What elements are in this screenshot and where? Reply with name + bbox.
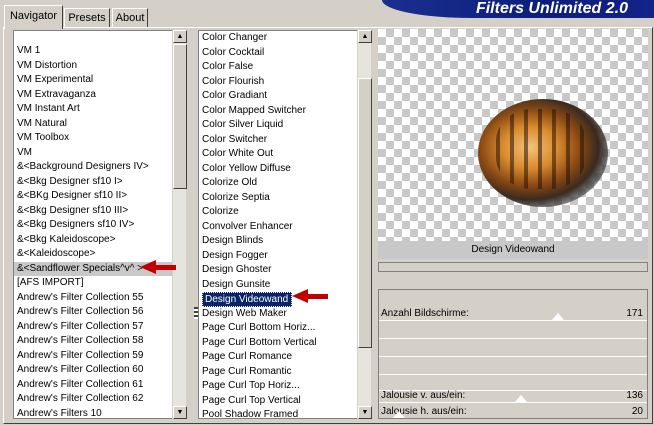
- filter-item[interactable]: Color False: [199, 60, 357, 75]
- tab-navigator[interactable]: Navigator: [4, 5, 63, 29]
- filter-item[interactable]: Color White Out: [199, 147, 357, 162]
- arrow-icon: [140, 260, 176, 274]
- tab-bar: Navigator Presets About Filters Unlimite…: [0, 0, 654, 29]
- param-row[interactable]: Jalousie h. aus/ein: 20: [379, 404, 647, 419]
- filter-item-selected[interactable]: Design Videowand: [202, 292, 293, 307]
- param-label: Jalousie v. aus/ein:: [381, 390, 466, 401]
- category-item[interactable]: Andrew's Filter Collection 56: [14, 305, 172, 320]
- scroll-thumb[interactable]: [173, 44, 187, 189]
- filter-item[interactable]: Design Videowand: [199, 292, 357, 307]
- filter-scrollbar[interactable]: ▲ ▼: [357, 30, 372, 419]
- category-scrollbar[interactable]: ▲ ▼: [172, 30, 187, 419]
- category-item[interactable]: Andrew's Filter Collection 58: [14, 334, 172, 349]
- tab-presets[interactable]: Presets: [64, 8, 110, 28]
- slider-thumb-icon[interactable]: [552, 313, 564, 320]
- filter-list[interactable]: Color Changer Color Cocktail Color False Co…: [198, 30, 358, 419]
- scroll-thumb[interactable]: [358, 78, 372, 348]
- preview-canvas: [378, 29, 648, 241]
- param-value[interactable]: 20: [632, 404, 643, 419]
- category-item[interactable]: VM Experimental: [14, 73, 172, 88]
- filter-item[interactable]: Color Gradiant: [199, 89, 357, 104]
- filter-item[interactable]: Pool Shadow Framed: [199, 408, 357, 418]
- filter-item[interactable]: Color Mapped Switcher: [199, 104, 357, 119]
- category-item[interactable]: Andrew's Filter Collection 60: [14, 363, 172, 378]
- category-item[interactable]: VM Natural: [14, 117, 172, 132]
- slider-thumb-icon[interactable]: [515, 395, 527, 402]
- param-row[interactable]: Anzahl Bildschirme: 171: [379, 306, 647, 321]
- category-item[interactable]: VM 1: [14, 44, 172, 59]
- category-item[interactable]: Andrew's Filter Collection 61: [14, 378, 172, 393]
- filter-item[interactable]: Design Fogger: [199, 249, 357, 264]
- slider-thumb-icon[interactable]: [393, 411, 405, 418]
- category-item[interactable]: VM Extravaganza: [14, 88, 172, 103]
- category-item[interactable]: Andrew's Filter Collection 57: [14, 320, 172, 335]
- filter-item[interactable]: Design Ghoster: [199, 263, 357, 278]
- filter-item[interactable]: Colorize: [199, 205, 357, 220]
- scroll-up-icon[interactable]: ▲: [173, 30, 187, 43]
- app-logo: Filters Unlimited 2.0: [382, 0, 654, 18]
- scroll-down-icon[interactable]: ▼: [173, 406, 187, 419]
- filter-item[interactable]: Page Curl Romantic: [199, 365, 357, 380]
- filter-item[interactable]: Color Switcher: [199, 133, 357, 148]
- filter-item[interactable]: Design Gunsite: [199, 278, 357, 293]
- filter-item[interactable]: Design Web Maker: [199, 307, 357, 322]
- filter-item[interactable]: Color Changer: [199, 31, 357, 46]
- category-item[interactable]: Andrew's Filter Collection 62: [14, 392, 172, 407]
- param-value[interactable]: 136: [626, 388, 643, 403]
- category-item[interactable]: Andrew's Filter Collection 59: [14, 349, 172, 364]
- filter-item[interactable]: Colorize Old: [199, 176, 357, 191]
- filter-item[interactable]: Color Cocktail: [199, 46, 357, 61]
- filter-item[interactable]: Page Curl Bottom Horiz...: [199, 321, 357, 336]
- filter-item[interactable]: Page Curl Top Vertical: [199, 394, 357, 409]
- filter-item[interactable]: Design Blinds: [199, 234, 357, 249]
- filter-item[interactable]: Color Flourish: [199, 75, 357, 90]
- category-item[interactable]: VM: [14, 146, 172, 161]
- category-item[interactable]: &<Bkg Designers sf10 IV>: [14, 218, 172, 233]
- scroll-up-icon[interactable]: ▲: [358, 30, 372, 43]
- category-list[interactable]: VM 1 VM Distortion VM Experimental VM Extra…: [13, 30, 173, 419]
- param-row[interactable]: [379, 342, 647, 357]
- filter-name-label: Design Videowand: [378, 241, 648, 259]
- category-item[interactable]: &<Background Designers IV>: [14, 160, 172, 175]
- parameter-panel: Anzahl Bildschirme: 171 Jalousie v. aus/e…: [378, 289, 648, 419]
- category-item[interactable]: &<Bkg Designer sf10 III>: [14, 204, 172, 219]
- param-row[interactable]: [379, 360, 647, 375]
- param-row[interactable]: [379, 324, 647, 339]
- category-item[interactable]: Andrew's Filter Collection 55: [14, 291, 172, 306]
- filter-item[interactable]: Color Yellow Diffuse: [199, 162, 357, 177]
- filter-item[interactable]: Page Curl Romance: [199, 350, 357, 365]
- preview-image-texture: [496, 109, 586, 189]
- progress-bar: [378, 262, 648, 272]
- param-value[interactable]: 171: [626, 306, 643, 321]
- scroll-down-icon[interactable]: ▼: [358, 406, 372, 419]
- category-item[interactable]: Andrew's Filters 10: [14, 407, 172, 419]
- category-item[interactable]: [AFS IMPORT]: [14, 276, 172, 291]
- filter-item[interactable]: Colorize Septia: [199, 191, 357, 206]
- category-item[interactable]: VM Toolbox: [14, 131, 172, 146]
- arrow-icon: [292, 289, 328, 303]
- category-item[interactable]: &<BKg Designer sf10 II>: [14, 189, 172, 204]
- category-item[interactable]: VM Distortion: [14, 59, 172, 74]
- category-item[interactable]: &<Bkg Designer sf10 I>: [14, 175, 172, 190]
- category-item[interactable]: &<Bkg Kaleidoscope>: [14, 233, 172, 248]
- tab-about[interactable]: About: [112, 8, 148, 28]
- param-label: Anzahl Bildschirme:: [381, 308, 469, 319]
- filter-item[interactable]: Page Curl Bottom Vertical: [199, 336, 357, 351]
- filter-item[interactable]: Page Curl Top Horiz...: [199, 379, 357, 394]
- filter-item[interactable]: Color Silver Liquid: [199, 118, 357, 133]
- filter-item[interactable]: Convolver Enhancer: [199, 220, 357, 235]
- param-row[interactable]: Jalousie v. aus/ein: 136: [379, 388, 647, 403]
- list-resize-handle[interactable]: [194, 307, 198, 319]
- category-item[interactable]: VM Instant Art: [14, 102, 172, 117]
